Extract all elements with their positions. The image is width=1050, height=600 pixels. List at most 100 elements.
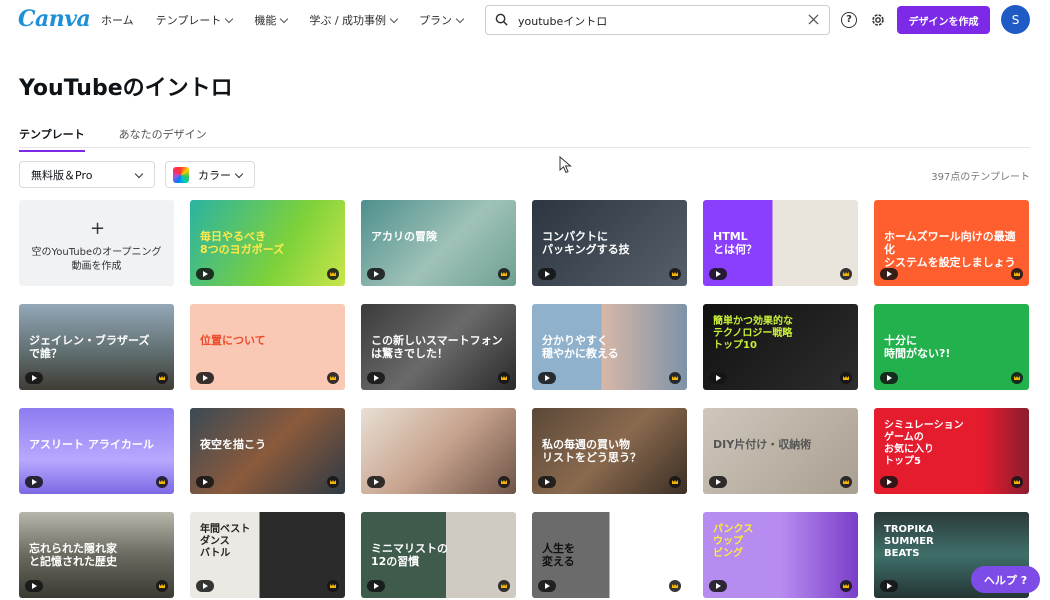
tab-bar: テンプレート あなたのデザイン xyxy=(19,126,241,152)
pro-crown-icon xyxy=(498,372,510,384)
pro-crown-icon xyxy=(327,268,339,280)
template-card[interactable]: コンパクトに パッキングする技 xyxy=(532,200,687,286)
play-icon xyxy=(880,268,898,280)
create-blank-label: 空のYouTubeのオープニング動画を作成 xyxy=(31,247,162,272)
clear-search-icon[interactable] xyxy=(808,14,819,25)
template-card[interactable]: 夜空を描こう xyxy=(190,408,345,494)
pro-crown-icon xyxy=(669,476,681,488)
avatar[interactable]: S xyxy=(1001,5,1030,34)
play-icon xyxy=(367,580,385,592)
template-card[interactable]: ミニマリストの 12の習慣 xyxy=(361,512,516,598)
tab-0[interactable]: テンプレート xyxy=(19,126,85,152)
template-card-title: TROPIKA SUMMER BEATS xyxy=(884,524,934,559)
tab-1[interactable]: あなたのデザイン xyxy=(119,126,207,152)
template-card-title: アスリート アライカール xyxy=(29,438,154,451)
create-blank-card[interactable]: + 空のYouTubeのオープニング動画を作成 xyxy=(19,200,174,286)
chevron-down-icon xyxy=(234,169,244,179)
pro-crown-icon xyxy=(669,268,681,280)
plan-filter-label: 無料版＆Pro xyxy=(31,168,93,182)
page-title: YouTubeのイントロ xyxy=(19,76,233,101)
nav-item-4[interactable]: プラン xyxy=(419,12,465,28)
pro-crown-icon xyxy=(327,372,339,384)
template-card[interactable]: 私の毎週の買い物 リストをどう思う？ xyxy=(532,408,687,494)
play-icon xyxy=(25,476,43,488)
nav-item-label: ホーム xyxy=(101,14,134,27)
template-card[interactable]: アスリート アライカール xyxy=(19,408,174,494)
pro-crown-icon xyxy=(840,372,852,384)
chevron-down-icon xyxy=(389,14,399,23)
template-card[interactable]: 十分に 時間がない?! xyxy=(874,304,1029,390)
play-icon xyxy=(367,476,385,488)
pro-crown-icon xyxy=(1011,476,1023,488)
template-card[interactable]: DIY片付け・収納術 xyxy=(703,408,858,494)
template-card-title: 年間ベスト ダンス バトル xyxy=(200,524,251,559)
play-icon xyxy=(709,372,727,384)
play-icon xyxy=(196,580,214,592)
main-nav: ホーム テンプレート 機能 学ぶ / 成功事例 プラン xyxy=(101,0,485,40)
search-input[interactable]: youtubeイントロ xyxy=(485,5,830,35)
color-filter-label: カラー xyxy=(198,168,231,182)
template-card[interactable]: ホームズワール向けの最適化 システムを設定しましょう xyxy=(874,200,1029,286)
pro-crown-icon xyxy=(498,268,510,280)
template-card[interactable]: 分かりやすく 穏やかに教える xyxy=(532,304,687,390)
nav-item-0[interactable]: ホーム xyxy=(101,12,134,28)
play-icon xyxy=(25,372,43,384)
pro-crown-icon xyxy=(327,476,339,488)
canva-logo[interactable]: Canva xyxy=(18,6,91,32)
template-card-title: 分かりやすく 穏やかに教える xyxy=(542,334,619,361)
nav-item-1[interactable]: テンプレート xyxy=(155,12,234,28)
template-card-title: アカリの冒険 xyxy=(371,230,437,243)
chevron-down-icon xyxy=(455,14,465,23)
chevron-down-icon xyxy=(134,169,144,179)
nav-item-2[interactable]: 機能 xyxy=(254,12,289,28)
template-card[interactable] xyxy=(361,408,516,494)
play-icon xyxy=(538,372,556,384)
template-card[interactable]: 人生を 変える xyxy=(532,512,687,598)
chevron-down-icon xyxy=(225,14,234,23)
template-card[interactable]: HTML とは何？ xyxy=(703,200,858,286)
play-icon xyxy=(538,268,556,280)
nav-item-3[interactable]: 学ぶ / 成功事例 xyxy=(309,12,399,28)
template-card[interactable]: 毎日やるべき 8つのヨガポーズ xyxy=(190,200,345,286)
play-icon xyxy=(367,372,385,384)
play-icon xyxy=(25,580,43,592)
pro-crown-icon xyxy=(840,476,852,488)
search-value[interactable]: youtubeイントロ xyxy=(518,13,607,29)
template-card[interactable]: シミュレーション ゲームの お気に入り トップ5 xyxy=(874,408,1029,494)
play-icon xyxy=(709,580,727,592)
pro-crown-icon xyxy=(840,268,852,280)
template-card-title: パンクス ウップ ビング xyxy=(713,524,754,559)
play-icon xyxy=(367,268,385,280)
template-card-title: 忘れられた隠れ家 と記憶された歴史 xyxy=(29,542,117,569)
color-filter-dropdown[interactable]: カラー xyxy=(165,161,255,188)
tab-divider xyxy=(19,147,1030,148)
help-icon[interactable]: ? xyxy=(841,12,857,28)
template-card[interactable]: ジェイレン・ブラザーズ で誰？ xyxy=(19,304,174,390)
template-card-title: 私の毎週の買い物 リストをどう思う？ xyxy=(542,438,641,465)
template-card[interactable]: 忘れられた隠れ家 と記憶された歴史 xyxy=(19,512,174,598)
gear-icon[interactable] xyxy=(869,11,887,29)
create-design-button[interactable]: デザインを作成 xyxy=(897,6,990,34)
template-card[interactable]: この新しいスマートフォン は驚きでした！ xyxy=(361,304,516,390)
color-swatch-icon xyxy=(173,167,189,183)
nav-item-label: テンプレート xyxy=(155,14,222,27)
pro-crown-icon xyxy=(156,476,168,488)
template-card[interactable]: 年間ベスト ダンス バトル xyxy=(190,512,345,598)
template-card-title: 簡単かつ効果的な テクノロジー戦略 トップ10 xyxy=(713,316,793,351)
chevron-down-icon xyxy=(280,14,289,23)
play-icon xyxy=(709,476,727,488)
help-button[interactable]: ヘルプ ? xyxy=(971,566,1040,593)
template-card-title: HTML とは何？ xyxy=(713,230,757,257)
pro-crown-icon xyxy=(669,372,681,384)
template-card[interactable]: パンクス ウップ ビング xyxy=(703,512,858,598)
template-card-title: ミニマリストの 12の習慣 xyxy=(371,542,448,569)
template-card-title: 人生を 変える xyxy=(542,542,575,569)
plan-filter-dropdown[interactable]: 無料版＆Pro xyxy=(19,161,155,188)
nav-item-label: プラン xyxy=(419,14,453,27)
template-card-title: シミュレーション ゲームの お気に入り トップ5 xyxy=(884,420,964,467)
template-card[interactable]: 位置について xyxy=(190,304,345,390)
pro-crown-icon xyxy=(156,580,168,592)
template-card[interactable]: 簡単かつ効果的な テクノロジー戦略 トップ10 xyxy=(703,304,858,390)
template-card[interactable]: アカリの冒険 xyxy=(361,200,516,286)
play-icon xyxy=(196,372,214,384)
